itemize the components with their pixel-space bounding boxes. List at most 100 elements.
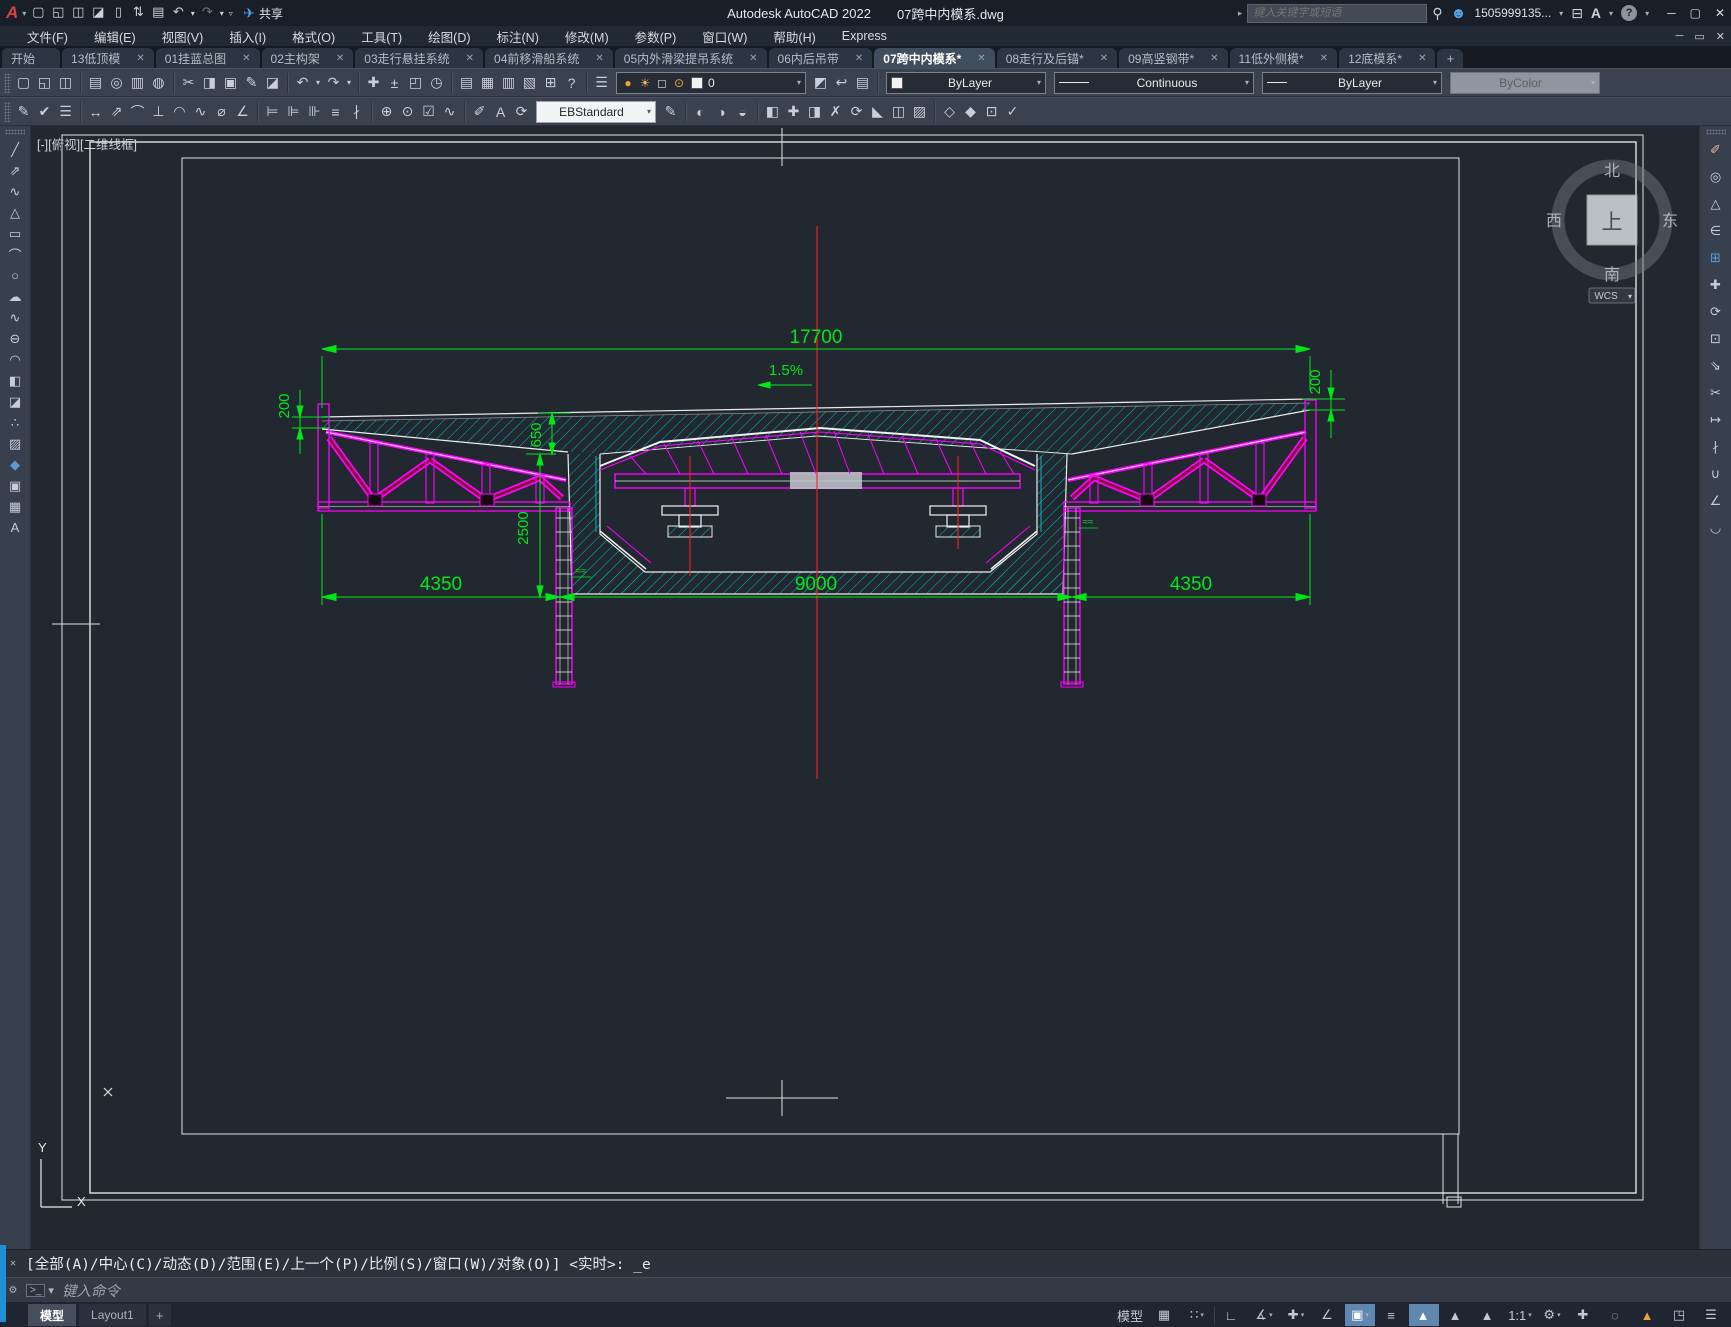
- web-icon[interactable]: ◍: [148, 72, 169, 93]
- command-input[interactable]: 键入命令: [62, 1280, 120, 1301]
- match-properties-icon[interactable]: ✎: [241, 72, 262, 93]
- doc-restore-button[interactable]: ▭: [1694, 30, 1704, 43]
- toolbar-grip[interactable]: [4, 101, 11, 122]
- polygon-icon[interactable]: △: [3, 202, 27, 223]
- tab-close-icon[interactable]: ✕: [749, 53, 757, 64]
- layer-on-icon[interactable]: ●: [621, 76, 635, 90]
- dim-update-icon[interactable]: ⟳: [511, 101, 532, 122]
- layer-unlock-icon[interactable]: ⊙: [672, 76, 686, 90]
- offset-faces-icon[interactable]: ◨: [804, 101, 825, 122]
- file-tab[interactable]: 02主构架 ✕: [261, 48, 354, 68]
- center-mark-icon[interactable]: ⊙: [397, 101, 418, 122]
- redo-icon[interactable]: ↷: [323, 72, 344, 93]
- minimize-button[interactable]: ─: [1667, 6, 1676, 20]
- ellipse-icon[interactable]: ⊖: [3, 328, 27, 349]
- scale-icon[interactable]: ⊡: [1704, 328, 1728, 349]
- undo-icon[interactable]: ↶: [292, 72, 313, 93]
- toolbar-grip[interactable]: [4, 72, 11, 93]
- workspace-switching-icon[interactable]: ⚙ ▾: [1537, 1304, 1567, 1326]
- layer-thaw-icon[interactable]: ☀: [638, 76, 652, 90]
- spline-icon[interactable]: ∿: [3, 307, 27, 328]
- join-icon[interactable]: ∪: [1704, 463, 1728, 484]
- offset-icon[interactable]: ∈: [1704, 220, 1728, 241]
- properties-palette-icon[interactable]: ▤: [456, 72, 477, 93]
- graphics-performance-icon[interactable]: ▲: [1633, 1304, 1663, 1326]
- move-icon[interactable]: ✚: [1704, 274, 1728, 295]
- tab-close-icon[interactable]: ✕: [136, 53, 144, 64]
- file-tab[interactable]: 01挂蓝总图 ✕: [155, 48, 260, 68]
- pan-icon[interactable]: ✚: [363, 72, 384, 93]
- grid-display-icon[interactable]: ▦: [1150, 1304, 1180, 1326]
- command-wrench-icon[interactable]: ⚙: [9, 1285, 18, 1296]
- styles-icon[interactable]: ☰: [55, 101, 76, 122]
- user-avatar-icon[interactable]: ☻: [1451, 5, 1467, 22]
- dim-jog-line-icon[interactable]: ∿: [439, 101, 460, 122]
- viewcube-west[interactable]: 西: [1546, 213, 1562, 230]
- save-to-mobile-icon[interactable]: ▯: [108, 2, 128, 22]
- file-tab[interactable]: 04前移滑船系统 ✕: [485, 48, 613, 68]
- mtext-icon[interactable]: A: [3, 517, 27, 538]
- clean-screen-icon[interactable]: ◳: [1665, 1304, 1695, 1326]
- redo-icon[interactable]: ↷: [197, 2, 217, 22]
- point-icon[interactable]: ∴: [3, 412, 27, 433]
- union-icon[interactable]: ◐: [690, 101, 711, 122]
- drawing-canvas[interactable]: [-][俯视][二维线框] 17700 1.5% 200 200 650 250…: [0, 126, 1731, 1249]
- file-tab[interactable]: 03走行悬挂系统 ✕: [355, 48, 484, 68]
- layout-tab[interactable]: 模型: [28, 1304, 77, 1326]
- menu-item[interactable]: 插入(I): [216, 26, 279, 46]
- toolbar-grip[interactable]: [1705, 129, 1726, 135]
- text-style-icon[interactable]: ✎: [13, 101, 34, 122]
- search-collapse-icon[interactable]: ▸: [1238, 8, 1243, 19]
- color-faces-icon[interactable]: ▨: [909, 101, 930, 122]
- viewcube-east[interactable]: 东: [1662, 212, 1678, 230]
- dim-arc-icon[interactable]: ⌒: [127, 101, 148, 122]
- layer-states-icon[interactable]: ▤: [852, 72, 873, 93]
- tab-close-icon[interactable]: ✕: [242, 53, 250, 64]
- undo-caret-icon[interactable]: ▾: [188, 4, 197, 24]
- undo-icon[interactable]: ↶: [168, 2, 188, 22]
- help-icon[interactable]: ?: [561, 72, 582, 93]
- doc-minimize-button[interactable]: ─: [1676, 30, 1684, 43]
- plot-preview-icon[interactable]: ◎: [106, 72, 127, 93]
- sheet-set-icon[interactable]: ▧: [519, 72, 540, 93]
- dim-break-icon[interactable]: ∤: [346, 101, 367, 122]
- erase-icon[interactable]: ✐: [1704, 139, 1728, 160]
- dim-continue-icon[interactable]: ⊪: [304, 101, 325, 122]
- isolate-objects-icon[interactable]: ◌: [1601, 1304, 1631, 1326]
- fillet-icon[interactable]: ◡: [1704, 517, 1728, 538]
- menu-item[interactable]: 标注(N): [484, 26, 552, 46]
- doc-close-button[interactable]: ✕: [1716, 30, 1725, 43]
- menu-item[interactable]: 格式(O): [279, 26, 348, 46]
- file-tab[interactable]: 05内外滑梁提吊系统 ✕: [614, 48, 767, 68]
- autodesk-caret-icon[interactable]: ▾: [1609, 9, 1613, 18]
- tab-close-icon[interactable]: ✕: [1418, 53, 1426, 64]
- tab-close-icon[interactable]: ✕: [595, 53, 603, 64]
- plot-icon[interactable]: ▤: [85, 72, 106, 93]
- layout-tab[interactable]: Layout1: [79, 1304, 146, 1326]
- layer-combo[interactable]: ● ☀ ◻ ⊙ 0 ▾: [616, 71, 806, 94]
- extrude-faces-icon[interactable]: ◧: [762, 101, 783, 122]
- imprint-icon[interactable]: ⊡: [981, 101, 1002, 122]
- file-tab[interactable]: 开始: [2, 48, 61, 68]
- annotation-autoscale-icon[interactable]: ▲: [1441, 1304, 1471, 1326]
- menu-item[interactable]: 帮助(H): [760, 26, 828, 46]
- new-file-icon[interactable]: ▢: [28, 2, 48, 22]
- open-file-icon[interactable]: ◱: [48, 2, 68, 22]
- layer-freeze-vp-icon[interactable]: ◻: [655, 76, 669, 90]
- zoom-realtime-icon[interactable]: ±: [384, 72, 405, 93]
- annotation-monitor-icon[interactable]: ✚: [1569, 1304, 1599, 1326]
- extend-icon[interactable]: ↦: [1704, 409, 1728, 430]
- zoom-previous-icon[interactable]: ◷: [426, 72, 447, 93]
- tab-close-icon[interactable]: ✕: [855, 53, 863, 64]
- tab-close-icon[interactable]: ✕: [1320, 53, 1328, 64]
- designcenter-icon[interactable]: ▦: [477, 72, 498, 93]
- color-edges-icon[interactable]: ◇: [939, 101, 960, 122]
- dim-spacing-icon[interactable]: ≡: [325, 101, 346, 122]
- copy-faces-icon[interactable]: ◫: [888, 101, 909, 122]
- circle-icon[interactable]: ○: [3, 265, 27, 286]
- file-tab[interactable]: 08走行及后锚* ✕: [996, 48, 1118, 68]
- maximize-button[interactable]: ▢: [1690, 6, 1701, 20]
- tool-palettes-icon[interactable]: ▥: [498, 72, 519, 93]
- menu-item[interactable]: 视图(V): [149, 26, 217, 46]
- help-caret-icon[interactable]: ▾: [1645, 9, 1649, 18]
